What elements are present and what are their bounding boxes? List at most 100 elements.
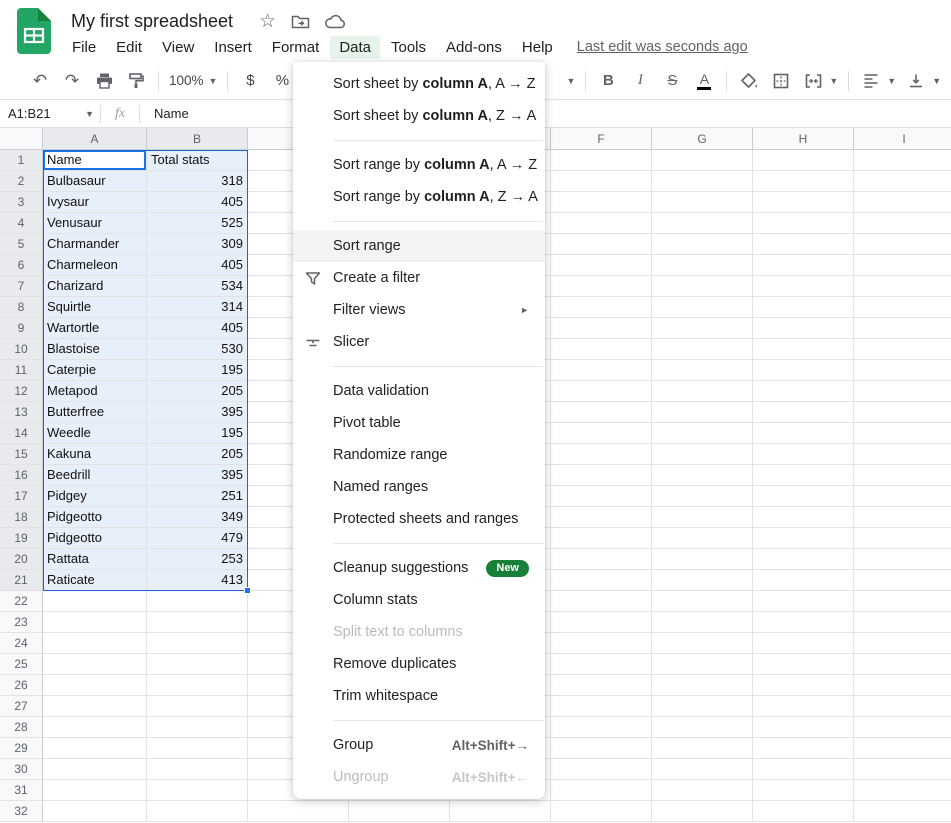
cell-A17[interactable]: Pidgey — [43, 486, 147, 507]
cell-A28[interactable] — [43, 717, 147, 738]
merge-cells-button[interactable] — [801, 68, 825, 94]
cell-B21[interactable]: 413 — [147, 570, 248, 591]
cell-A27[interactable] — [43, 696, 147, 717]
cell-I26[interactable] — [854, 675, 951, 696]
cell-I7[interactable] — [854, 276, 951, 297]
cell-B17[interactable]: 251 — [147, 486, 248, 507]
cell-B3[interactable]: 405 — [147, 192, 248, 213]
cell-B7[interactable]: 534 — [147, 276, 248, 297]
cell-G7[interactable] — [652, 276, 753, 297]
cell-A31[interactable] — [43, 780, 147, 801]
cell-F26[interactable] — [551, 675, 652, 696]
cell-B15[interactable]: 205 — [147, 444, 248, 465]
cell-G30[interactable] — [652, 759, 753, 780]
cell-F6[interactable] — [551, 255, 652, 276]
cell-G6[interactable] — [652, 255, 753, 276]
row-header-4[interactable]: 4 — [0, 213, 43, 234]
menubar-item-tools[interactable]: Tools — [382, 36, 435, 59]
cell-I30[interactable] — [854, 759, 951, 780]
menu-item-named-ranges[interactable]: Named ranges — [293, 471, 545, 503]
cell-F14[interactable] — [551, 423, 652, 444]
cell-B23[interactable] — [147, 612, 248, 633]
menu-item-cleanup-suggestions[interactable]: Cleanup suggestionsNew — [293, 552, 545, 584]
cell-B28[interactable] — [147, 717, 248, 738]
column-header-g[interactable]: G — [652, 128, 753, 150]
cell-I31[interactable] — [854, 780, 951, 801]
fill-color-button[interactable] — [737, 68, 761, 94]
cell-G32[interactable] — [652, 801, 753, 822]
menu-item-column-stats[interactable]: Column stats — [293, 584, 545, 616]
row-header-17[interactable]: 17 — [0, 486, 43, 507]
cell-B12[interactable]: 205 — [147, 381, 248, 402]
cell-H16[interactable] — [753, 465, 854, 486]
cell-I32[interactable] — [854, 801, 951, 822]
cell-B20[interactable]: 253 — [147, 549, 248, 570]
cell-I11[interactable] — [854, 360, 951, 381]
cell-H28[interactable] — [753, 717, 854, 738]
cell-G5[interactable] — [652, 234, 753, 255]
row-header-25[interactable]: 25 — [0, 654, 43, 675]
cell-H23[interactable] — [753, 612, 854, 633]
row-header-15[interactable]: 15 — [0, 444, 43, 465]
cell-B30[interactable] — [147, 759, 248, 780]
cell-B8[interactable]: 314 — [147, 297, 248, 318]
cell-F9[interactable] — [551, 318, 652, 339]
cell-F18[interactable] — [551, 507, 652, 528]
cell-I3[interactable] — [854, 192, 951, 213]
menu-item-randomize-range[interactable]: Randomize range — [293, 439, 545, 471]
cell-F23[interactable] — [551, 612, 652, 633]
row-header-31[interactable]: 31 — [0, 780, 43, 801]
cell-I2[interactable] — [854, 171, 951, 192]
cell-H21[interactable] — [753, 570, 854, 591]
menu-item-protected-sheets-and-ranges[interactable]: Protected sheets and ranges — [293, 503, 545, 535]
print-button[interactable] — [92, 68, 116, 94]
vertical-align-caret[interactable]: ▼ — [932, 76, 941, 86]
cell-B11[interactable]: 195 — [147, 360, 248, 381]
cell-I29[interactable] — [854, 738, 951, 759]
cell-A15[interactable]: Kakuna — [43, 444, 147, 465]
cell-G22[interactable] — [652, 591, 753, 612]
cell-G15[interactable] — [652, 444, 753, 465]
cell-G20[interactable] — [652, 549, 753, 570]
cell-F17[interactable] — [551, 486, 652, 507]
cell-G24[interactable] — [652, 633, 753, 654]
cell-G28[interactable] — [652, 717, 753, 738]
format-currency-button[interactable]: $ — [238, 68, 262, 94]
cell-F31[interactable] — [551, 780, 652, 801]
vertical-align-button[interactable] — [904, 68, 928, 94]
cell-G16[interactable] — [652, 465, 753, 486]
cell-G26[interactable] — [652, 675, 753, 696]
cell-A14[interactable]: Weedle — [43, 423, 147, 444]
cell-I23[interactable] — [854, 612, 951, 633]
cell-B29[interactable] — [147, 738, 248, 759]
row-header-22[interactable]: 22 — [0, 591, 43, 612]
cell-B1[interactable]: Total stats — [147, 150, 248, 171]
cell-I22[interactable] — [854, 591, 951, 612]
cell-B19[interactable]: 479 — [147, 528, 248, 549]
cell-I4[interactable] — [854, 213, 951, 234]
cell-H14[interactable] — [753, 423, 854, 444]
cell-I24[interactable] — [854, 633, 951, 654]
cell-F4[interactable] — [551, 213, 652, 234]
row-header-19[interactable]: 19 — [0, 528, 43, 549]
cell-A9[interactable]: Wartortle — [43, 318, 147, 339]
row-header-8[interactable]: 8 — [0, 297, 43, 318]
cell-G12[interactable] — [652, 381, 753, 402]
cell-I13[interactable] — [854, 402, 951, 423]
last-edit-link[interactable]: Last edit was seconds ago — [577, 39, 748, 55]
cell-B16[interactable]: 395 — [147, 465, 248, 486]
cell-H1[interactable] — [753, 150, 854, 171]
menu-item-create-a-filter[interactable]: Create a filter — [293, 262, 545, 294]
cell-A16[interactable]: Beedrill — [43, 465, 147, 486]
cell-G11[interactable] — [652, 360, 753, 381]
cell-B10[interactable]: 530 — [147, 339, 248, 360]
cell-G29[interactable] — [652, 738, 753, 759]
row-header-28[interactable]: 28 — [0, 717, 43, 738]
cell-A21[interactable]: Raticate — [43, 570, 147, 591]
menu-item-trim-whitespace[interactable]: Trim whitespace — [293, 680, 545, 712]
cell-G17[interactable] — [652, 486, 753, 507]
cell-B4[interactable]: 525 — [147, 213, 248, 234]
cell-I25[interactable] — [854, 654, 951, 675]
paint-format-button[interactable] — [124, 68, 148, 94]
cell-H20[interactable] — [753, 549, 854, 570]
